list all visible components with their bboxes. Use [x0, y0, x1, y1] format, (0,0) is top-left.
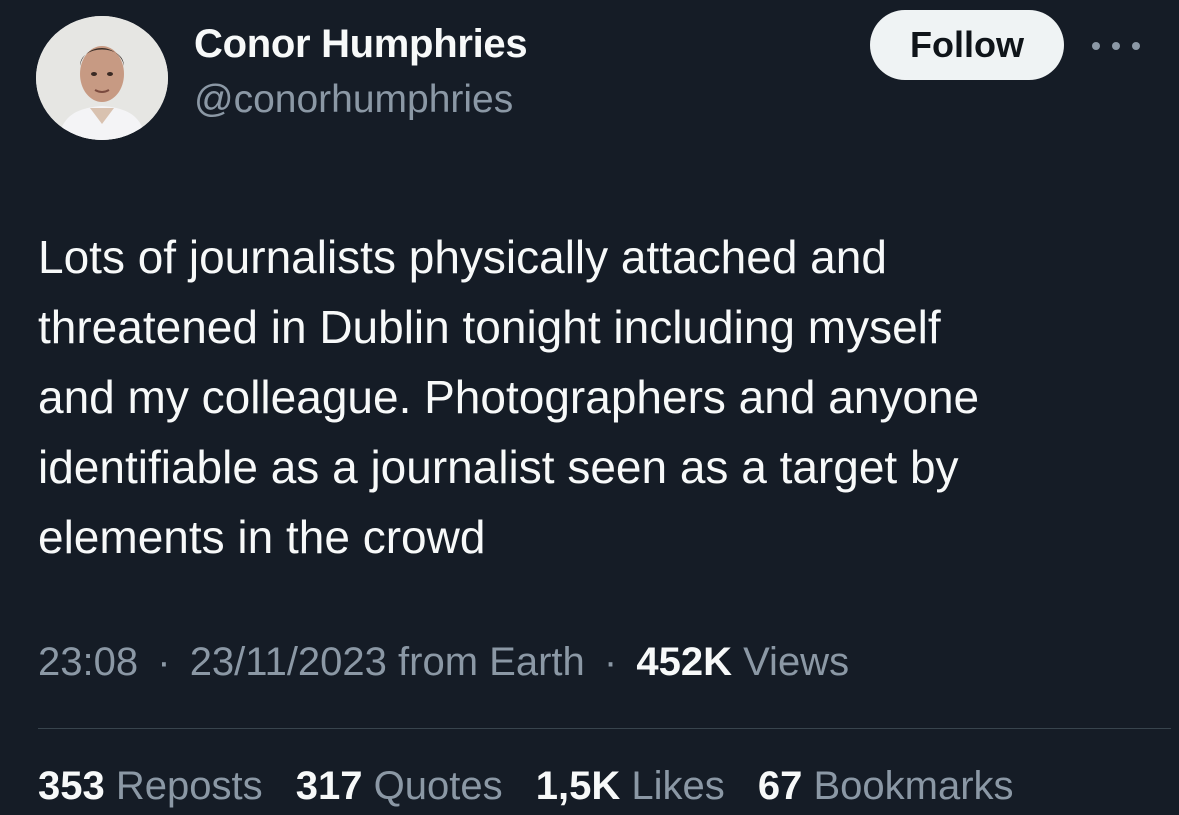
reposts-label: Reposts — [115, 764, 263, 808]
tweet-time[interactable]: 23:08 — [38, 640, 138, 684]
follow-button[interactable]: Follow — [870, 10, 1064, 80]
author-name[interactable]: Conor Humphries — [194, 22, 528, 67]
more-dot — [1112, 42, 1120, 50]
quotes-label: Quotes — [373, 764, 503, 808]
author-handle[interactable]: @conorhumphries — [194, 78, 513, 122]
tweet-meta: 23:08 · 23/11/2023 from Earth · 452K Vie… — [38, 640, 849, 685]
more-dot — [1092, 42, 1100, 50]
engagement-stats: 353 Reposts 317 Quotes 1,5K Likes 67 Boo… — [38, 764, 1036, 809]
tweet-text-line: and my colleague. Photographers and anyo… — [38, 371, 980, 423]
likes-count: 1,5K — [535, 764, 621, 808]
quotes-stat[interactable]: 317 Quotes — [296, 764, 503, 808]
reposts-count: 353 — [38, 764, 105, 808]
more-dot — [1132, 42, 1140, 50]
avatar-photo — [36, 16, 168, 140]
tweet-text-line: threatened in Dublin tonight including m… — [38, 301, 941, 353]
likes-label: Likes — [631, 764, 725, 808]
tweet-text-line: identifiable as a journalist seen as a t… — [38, 441, 959, 493]
tweet-source: from Earth — [398, 640, 585, 684]
meta-separator: · — [157, 640, 171, 684]
tweet-text-line: Lots of journalists physically attached … — [38, 231, 887, 283]
tweet-text-line: elements in the crowd — [38, 511, 486, 563]
bookmarks-label: Bookmarks — [813, 764, 1014, 808]
likes-stat[interactable]: 1,5K Likes — [536, 764, 725, 808]
quotes-count: 317 — [295, 764, 363, 808]
reposts-stat[interactable]: 353 Reposts — [38, 764, 263, 808]
divider — [38, 728, 1171, 729]
more-horizontal-icon[interactable] — [1092, 34, 1140, 58]
views-count: 452K — [636, 640, 732, 684]
tweet-date[interactable]: 23/11/2023 — [190, 640, 387, 684]
meta-separator: · — [603, 640, 618, 684]
tweet-text: Lots of journalists physically attached … — [38, 222, 1148, 572]
avatar[interactable] — [36, 16, 168, 140]
bookmarks-count: 67 — [757, 764, 803, 808]
bookmarks-stat[interactable]: 67 Bookmarks — [758, 764, 1014, 808]
views-label: Views — [743, 640, 850, 684]
tweet-detail: Conor Humphries @conorhumphries Follow L… — [0, 0, 1179, 815]
